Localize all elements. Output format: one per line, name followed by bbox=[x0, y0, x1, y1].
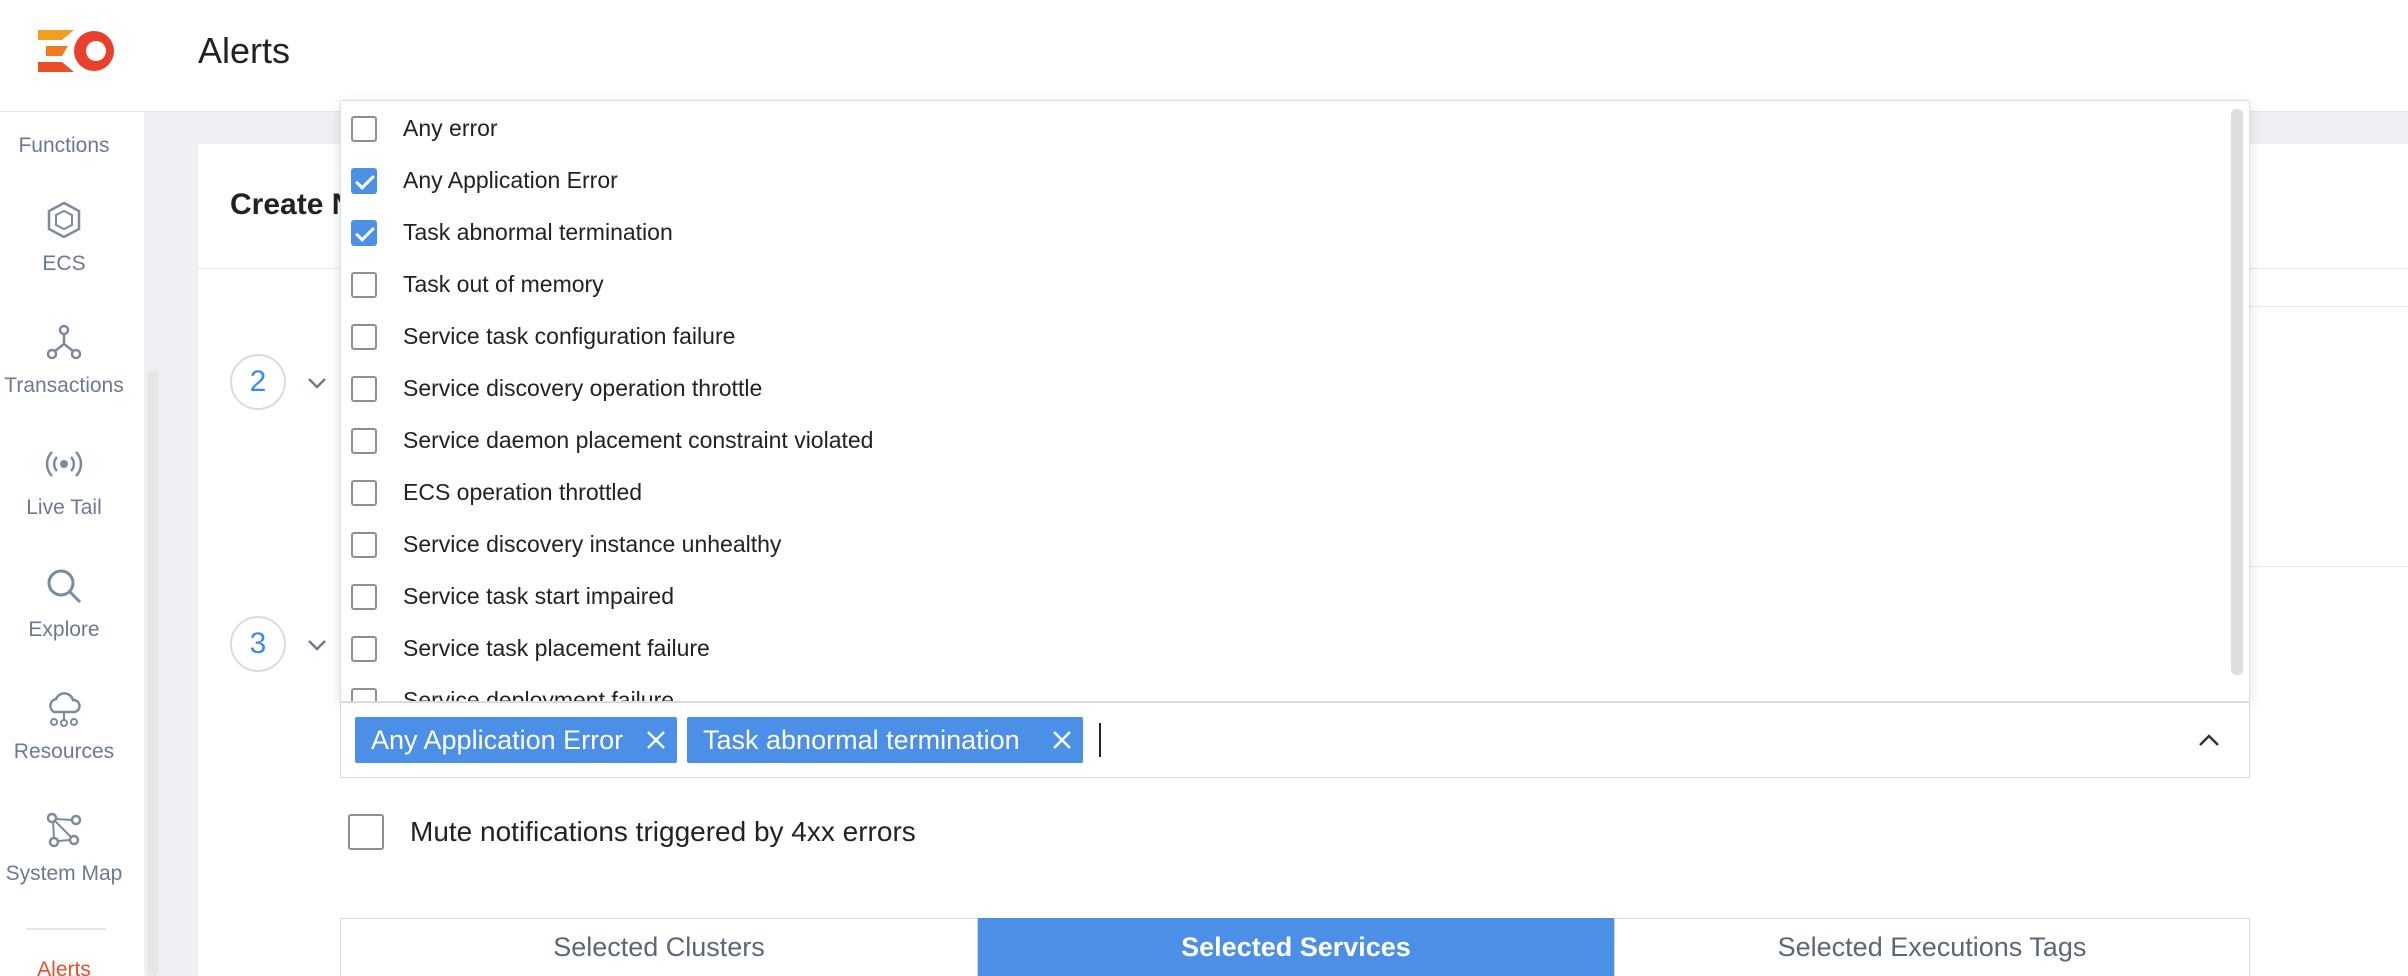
tab-selected-services[interactable]: Selected Services bbox=[978, 918, 1614, 976]
system-map-icon bbox=[46, 812, 82, 848]
close-icon[interactable] bbox=[1051, 729, 1073, 751]
chevron-down-icon[interactable] bbox=[306, 634, 328, 656]
dropdown-option[interactable]: Any error bbox=[341, 102, 2231, 154]
text-caret bbox=[1099, 723, 1101, 757]
broadcast-icon bbox=[45, 451, 83, 477]
option-label: Task abnormal termination bbox=[403, 219, 673, 245]
tab-selected-clusters[interactable]: Selected Clusters bbox=[340, 918, 978, 976]
dropdown-option[interactable]: ECS operation throttled bbox=[341, 466, 2231, 518]
app-logo[interactable] bbox=[34, 26, 118, 76]
step-number: 3 bbox=[230, 616, 286, 672]
card-title: Create N bbox=[230, 188, 354, 221]
sidebar-scrollbar[interactable] bbox=[147, 370, 159, 976]
dropdown-option[interactable]: Task abnormal termination bbox=[341, 206, 2231, 258]
step-number: 2 bbox=[230, 354, 286, 410]
option-label: Service discovery instance unhealthy bbox=[403, 531, 782, 557]
chevron-up-icon[interactable] bbox=[2197, 729, 2221, 753]
top-bar: Alerts bbox=[0, 0, 2408, 112]
checkbox[interactable] bbox=[351, 532, 377, 558]
option-label: Any error bbox=[403, 115, 498, 141]
dropdown-scrollbar[interactable] bbox=[2231, 109, 2243, 675]
sidebar-item-label: ECS bbox=[42, 252, 86, 275]
chip-label: Task abnormal termination bbox=[703, 725, 1020, 755]
sidebar-item-functions[interactable]: Functions bbox=[0, 134, 128, 158]
checkbox[interactable] bbox=[351, 688, 377, 701]
checkbox[interactable] bbox=[351, 376, 377, 402]
error-type-dropdown: Any error Any Application Error Task abn… bbox=[340, 100, 2250, 702]
sidebar-item-transactions[interactable]: Transactions bbox=[0, 322, 128, 398]
cloud-network-icon bbox=[49, 692, 81, 727]
sidebar-item-live-tail[interactable]: Live Tail bbox=[0, 444, 128, 520]
selected-chip: Any Application Error bbox=[355, 717, 677, 763]
dropdown-option[interactable]: Service daemon placement constraint viol… bbox=[341, 414, 2231, 466]
sidebar-item-ecs[interactable]: ECS bbox=[0, 200, 128, 276]
transactions-icon bbox=[46, 324, 82, 360]
error-type-multiselect[interactable]: Any Application Error Task abnormal term… bbox=[340, 702, 2250, 778]
option-label: Service discovery operation throttle bbox=[403, 375, 763, 401]
dropdown-option[interactable]: Service task start impaired bbox=[341, 570, 2231, 622]
sidebar-item-alerts[interactable]: Alerts bbox=[0, 958, 128, 976]
dropdown-option[interactable]: Service task configuration failure bbox=[341, 310, 2231, 362]
option-label: Service task placement failure bbox=[403, 635, 710, 661]
option-label: ECS operation throttled bbox=[403, 479, 643, 505]
sidebar-item-label: Resources bbox=[13, 740, 115, 763]
chip-label: Any Application Error bbox=[371, 725, 624, 755]
close-icon[interactable] bbox=[645, 729, 667, 751]
sidebar-item-label: System Map bbox=[5, 862, 123, 885]
chevron-down-icon[interactable] bbox=[306, 372, 328, 394]
dropdown-option[interactable]: Task out of memory bbox=[341, 258, 2231, 310]
checkbox[interactable] bbox=[351, 324, 377, 350]
hexagon-icon bbox=[47, 201, 81, 239]
option-label: Service deployment failure bbox=[403, 687, 675, 702]
selected-chip: Task abnormal termination bbox=[687, 717, 1083, 763]
checkbox[interactable] bbox=[351, 272, 377, 298]
sidebar-item-label: Functions bbox=[18, 134, 110, 157]
option-label: Service task start impaired bbox=[403, 583, 674, 609]
sidebar-item-label: Transactions bbox=[4, 374, 124, 397]
sidebar-item-resources[interactable]: Resources bbox=[0, 688, 128, 764]
dropdown-option[interactable]: Any Application Error bbox=[341, 154, 2231, 206]
option-label: Service task configuration failure bbox=[403, 323, 736, 349]
mute-4xx-label: Mute notifications triggered by 4xx erro… bbox=[410, 816, 916, 847]
checkbox[interactable] bbox=[351, 480, 377, 506]
page-title: Alerts bbox=[198, 30, 291, 71]
option-label: Task out of memory bbox=[403, 271, 604, 297]
checkbox[interactable] bbox=[351, 428, 377, 454]
dropdown-option[interactable]: Service discovery instance unhealthy bbox=[341, 518, 2231, 570]
dropdown-option[interactable]: Service discovery operation throttle bbox=[341, 362, 2231, 414]
checkbox[interactable] bbox=[351, 220, 377, 246]
sidebar-item-label: Explore bbox=[28, 618, 100, 641]
sidebar-divider bbox=[26, 928, 106, 930]
option-label: Service daemon placement constraint viol… bbox=[403, 427, 874, 453]
tab-selected-executions-tags[interactable]: Selected Executions Tags bbox=[1614, 918, 2250, 976]
checkbox[interactable] bbox=[351, 584, 377, 610]
sidebar-item-system-map[interactable]: System Map bbox=[0, 810, 128, 886]
option-label: Any Application Error bbox=[403, 167, 618, 193]
checkbox[interactable] bbox=[351, 168, 377, 194]
search-icon bbox=[47, 569, 82, 604]
checkbox[interactable] bbox=[351, 116, 377, 142]
sidebar-item-explore[interactable]: Explore bbox=[0, 566, 128, 642]
dropdown-option[interactable]: Service task placement failure bbox=[341, 622, 2231, 674]
sidebar-item-label: Live Tail bbox=[26, 496, 102, 519]
checkbox[interactable] bbox=[351, 636, 377, 662]
mute-4xx-checkbox[interactable] bbox=[348, 814, 384, 850]
dropdown-option[interactable]: Service deployment failure bbox=[341, 674, 2231, 702]
